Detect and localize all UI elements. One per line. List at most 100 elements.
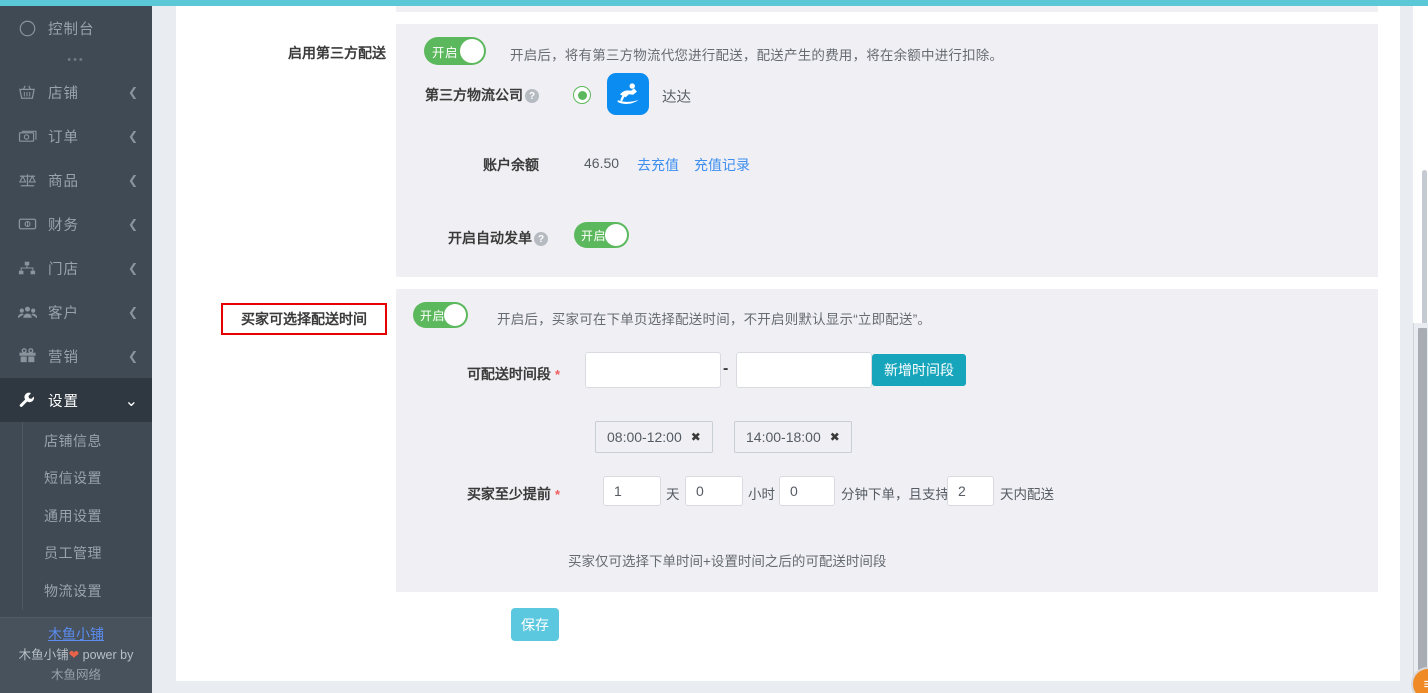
buyer-delivery-time-panel	[396, 289, 1378, 592]
delivery-slot-end-input[interactable]	[736, 352, 872, 388]
advance-minutes-input[interactable]	[779, 476, 835, 506]
sidebar-item-shop[interactable]: 店铺 ❮	[0, 70, 152, 114]
support-days-input[interactable]	[947, 476, 994, 506]
sidebar-item-staff-management[interactable]: 员工管理	[23, 535, 152, 573]
sidebar-subitem-label: 员工管理	[44, 545, 102, 562]
banknote-icon	[16, 215, 38, 233]
sidebar-item-label: 营销	[48, 349, 79, 366]
auto-dispatch-toggle[interactable]: 开启	[574, 222, 629, 248]
toggle-knob	[444, 304, 466, 326]
logistics-company-radio-dada[interactable]	[573, 86, 591, 104]
account-balance-label: 账户余额	[483, 157, 539, 173]
sidebar-item-label: 订单	[48, 129, 79, 146]
chevron-left-icon: ❮	[127, 217, 138, 231]
footer-shop-link[interactable]: 木鱼小铺	[0, 624, 152, 644]
heart-icon: ❤	[68, 648, 80, 662]
footer-powered-by: 木鱼小铺❤ power by	[0, 647, 152, 664]
third-party-label: 启用第三方配送	[288, 45, 386, 61]
advance-minutes-unit: 分钟下单，且支持	[841, 487, 949, 502]
recharge-link[interactable]: 去充值	[637, 155, 679, 175]
advance-hours-unit: 小时	[748, 487, 775, 502]
sidebar-item-marketing[interactable]: 营销 ❮	[0, 334, 152, 378]
sidebar-submenu-settings: 店铺信息 短信设置 通用设置 员工管理 物流设置	[22, 422, 152, 610]
recharge-records-link[interactable]: 充值记录	[694, 155, 750, 175]
footer-power-text: power by	[79, 648, 134, 662]
buyer-delivery-time-label-highlight: 买家可选择配送时间	[221, 303, 387, 335]
chevron-left-icon: ❮	[127, 85, 138, 99]
sidebar-item-label: 客户	[48, 305, 79, 322]
chevron-left-icon: ❮	[127, 349, 138, 363]
sidebar-item-products[interactable]: 商品 ❮	[0, 158, 152, 202]
sidebar-item-label: 店铺	[48, 85, 79, 102]
help-icon[interactable]: ?	[534, 232, 548, 247]
toggle-label: 开启	[432, 45, 459, 60]
money-icon	[16, 127, 38, 145]
buyer-delivery-time-description: 开启后，买家可在下单页选择配送时间，不开启则默认显示“立即配送”。	[497, 312, 932, 327]
gift-icon	[16, 347, 38, 365]
sidebar-item-stores[interactable]: 门店 ❮	[0, 246, 152, 290]
sidebar-footer: 木鱼小铺 木鱼小铺❤ power by 木鱼网络	[0, 617, 152, 693]
time-slot-tag[interactable]: 08:00-12:00 ✖	[595, 421, 713, 453]
chevron-left-icon: ❮	[127, 261, 138, 275]
auto-dispatch-label-text: 开启自动发单	[448, 230, 532, 246]
toggle-knob	[460, 39, 484, 63]
sidebar-item-settings[interactable]: 设置 ⌄	[0, 378, 152, 422]
basket-icon	[16, 83, 38, 101]
dada-logo-icon	[607, 73, 649, 115]
third-party-description: 开启后，将有第三方物流代您进行配送，配送产生的费用，将在余额中进行扣除。	[510, 48, 1004, 63]
support-days-unit: 天内配送	[1000, 487, 1054, 502]
sidebar-item-sms-settings[interactable]: 短信设置	[23, 460, 152, 498]
required-star: *	[554, 367, 560, 382]
app-root: 控制台 ••• 店铺 ❮ 订单 ❮ 商品 ❮ 财务 ❮ 门店 ❮ 客户 ❮ 营销…	[0, 0, 1428, 693]
chevron-left-icon: ❮	[127, 305, 138, 319]
sidebar-item-customers[interactable]: 客户 ❮	[0, 290, 152, 334]
sidebar-dots: •••	[67, 54, 85, 66]
sidebar-item-label: 商品	[48, 173, 79, 190]
chevron-left-icon: ❮	[127, 173, 138, 187]
save-button[interactable]: 保存	[511, 608, 559, 641]
dada-company-name: 达达	[662, 90, 691, 106]
top-accent-bar	[0, 0, 1428, 6]
third-party-toggle[interactable]: 开启	[424, 37, 486, 65]
logistics-company-label: 第三方物流公司?	[424, 85, 539, 105]
sidebar-item-label: 门店	[48, 261, 79, 278]
sidebar-subitem-label: 物流设置	[44, 582, 102, 599]
sidebar-item-dashboard[interactable]: 控制台	[0, 6, 152, 50]
footer-shop-name: 木鱼小铺	[18, 648, 69, 662]
sidebar-item-shop-info[interactable]: 店铺信息	[23, 422, 152, 460]
page-scrollbar-thumb[interactable]	[1418, 328, 1427, 683]
help-icon[interactable]: ?	[525, 89, 539, 104]
sidebar-item-finance[interactable]: 财务 ❮	[0, 202, 152, 246]
sidebar-item-label: 设置	[48, 393, 79, 410]
users-icon	[16, 303, 38, 321]
sitemap-icon	[16, 259, 38, 277]
toggle-label: 开启	[420, 308, 446, 323]
sidebar-item-general-settings[interactable]: 通用设置	[23, 497, 152, 535]
sidebar-item-label: 财务	[48, 217, 79, 234]
footer-company: 木鱼网络	[50, 668, 101, 682]
close-icon[interactable]: ✖	[691, 430, 701, 444]
toggle-label: 开启	[581, 228, 607, 243]
sidebar: 控制台 ••• 店铺 ❮ 订单 ❮ 商品 ❮ 财务 ❮ 门店 ❮ 客户 ❮ 营销…	[0, 0, 152, 693]
sidebar-item-logistics-settings[interactable]: 物流设置	[23, 572, 152, 610]
chevron-left-icon: ❮	[127, 129, 138, 143]
time-slot-tag[interactable]: 14:00-18:00 ✖	[734, 421, 852, 453]
close-icon[interactable]: ✖	[830, 430, 840, 444]
time-slot-tag-text: 14:00-18:00	[746, 429, 821, 445]
auto-dispatch-label: 开启自动发单?	[424, 228, 548, 248]
add-time-slot-button[interactable]: 新增时间段	[872, 354, 966, 386]
compass-icon	[16, 19, 38, 37]
sidebar-subitem-label: 通用设置	[44, 507, 102, 524]
sidebar-item-label: 控制台	[48, 21, 95, 38]
delivery-slot-start-input[interactable]	[585, 352, 721, 388]
advance-days-unit: 天	[666, 487, 680, 502]
account-balance-value: 46.50	[584, 155, 620, 171]
wrench-icon	[16, 391, 38, 409]
sidebar-subitem-label: 短信设置	[44, 470, 102, 487]
sidebar-item-orders[interactable]: 订单 ❮	[0, 114, 152, 158]
advance-hours-input[interactable]	[685, 476, 743, 506]
delivery-slot-label-text: 可配送时间段	[466, 366, 551, 382]
time-slot-tag-text: 08:00-12:00	[607, 429, 682, 445]
buyer-delivery-time-toggle[interactable]: 开启	[413, 302, 468, 328]
advance-days-input[interactable]	[603, 476, 661, 506]
